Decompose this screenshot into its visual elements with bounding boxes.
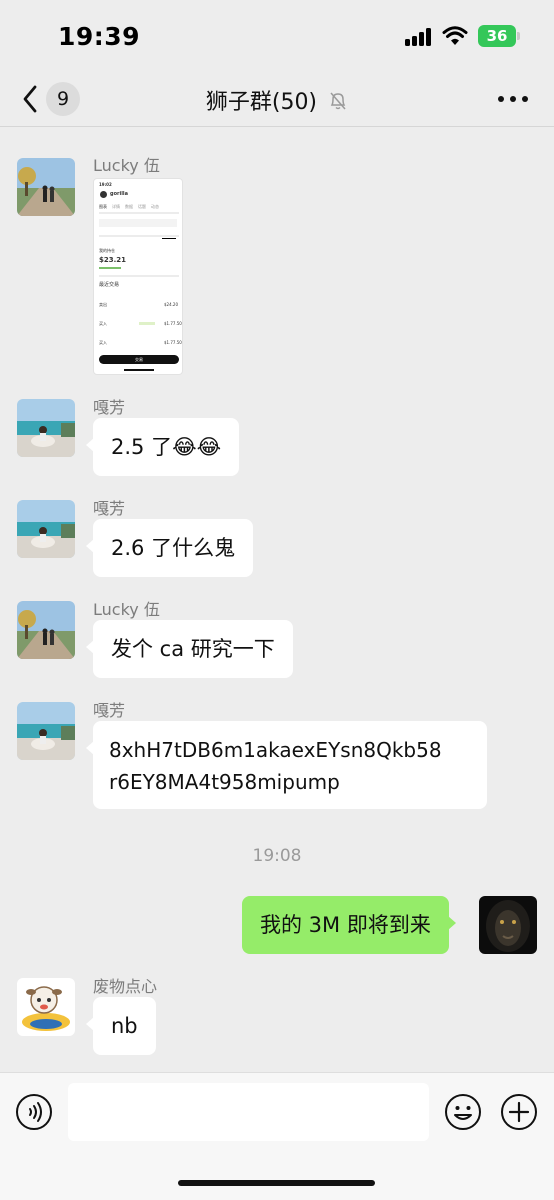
message-bubble[interactable]: 2.6 了什么鬼 bbox=[85, 519, 254, 577]
shot-chart bbox=[99, 219, 177, 227]
sender-name: Lucky 伍 bbox=[93, 600, 160, 619]
message-bubble-self[interactable]: 我的 3M 即将到来 bbox=[242, 896, 456, 954]
message-timestamp: 19:08 bbox=[252, 846, 302, 866]
avatar-lucky[interactable] bbox=[17, 158, 75, 216]
message-input[interactable] bbox=[68, 1083, 429, 1141]
shot-tab: 动态 bbox=[151, 204, 159, 209]
shot-trade-row: 卖出 bbox=[99, 302, 107, 307]
more-options-button[interactable] bbox=[498, 86, 530, 110]
chat-header: 9 狮子群(50) bbox=[0, 72, 554, 126]
voice-input-icon[interactable] bbox=[15, 1093, 53, 1131]
mute-bell-icon bbox=[330, 92, 346, 110]
chat-title-wrap: 狮子群(50) bbox=[0, 84, 554, 116]
shot-token-logo bbox=[100, 191, 107, 198]
avatar-gafang[interactable] bbox=[17, 399, 75, 457]
avatar-self[interactable] bbox=[479, 896, 537, 954]
shot-trade-button: 交易 bbox=[99, 355, 179, 364]
message-bubble[interactable]: nb bbox=[86, 997, 156, 1055]
shot-trade-badge bbox=[139, 322, 155, 325]
sender-name: Lucky 伍 bbox=[93, 156, 160, 175]
shot-trade-value: $24.20 bbox=[164, 302, 178, 307]
shot-time: 19:02 bbox=[99, 182, 112, 187]
avatar-gafang[interactable] bbox=[17, 702, 75, 760]
shot-trade-row: 买入 bbox=[99, 340, 107, 345]
message-line: 8xhH7tDB6m1akaexEYsn8Qkb58 bbox=[109, 738, 442, 762]
shot-tab: 详情 bbox=[112, 204, 120, 209]
emoji-icon[interactable] bbox=[444, 1093, 482, 1131]
home-indicator bbox=[178, 1180, 375, 1186]
shot-tab: 话题 bbox=[138, 204, 146, 209]
shot-divider bbox=[99, 212, 179, 214]
shot-trade-row: 买入 bbox=[99, 321, 107, 326]
avatar-lucky[interactable] bbox=[17, 601, 75, 659]
shot-divider bbox=[99, 235, 179, 237]
shot-tab: 图表 bbox=[99, 204, 107, 209]
sender-name: 嘎芳 bbox=[93, 398, 126, 417]
avatar-gafang[interactable] bbox=[17, 500, 75, 558]
shot-token-name: gorilla bbox=[110, 191, 128, 197]
shot-trade-value: $1.77.50 bbox=[164, 321, 182, 326]
sender-name: 废物点心 bbox=[93, 977, 158, 996]
battery-indicator: 36 bbox=[478, 25, 520, 47]
sender-name: 嘎芳 bbox=[93, 499, 126, 518]
avatar-feiwudianxin[interactable] bbox=[17, 978, 75, 1036]
shared-screenshot-image[interactable]: 19:02 gorilla 图表 详情 数据 话题 动态 我的持仓 $23.21… bbox=[93, 178, 183, 375]
shot-trade-value: $1.77.50 bbox=[164, 340, 182, 345]
message-bubble[interactable]: 8xhH7tDB6m1akaexEYsn8Qkb58 r6EY8MA4t958m… bbox=[86, 721, 487, 809]
shot-divider bbox=[99, 275, 179, 277]
wifi-icon bbox=[442, 26, 468, 45]
cellular-signal-icon bbox=[405, 28, 433, 46]
plus-icon[interactable] bbox=[500, 1093, 538, 1131]
shot-home-indicator bbox=[124, 369, 154, 371]
shot-gain-bar bbox=[99, 267, 121, 269]
header-divider bbox=[0, 126, 554, 127]
shot-holdings-value: $23.21 bbox=[99, 256, 127, 264]
status-time: 19:39 bbox=[58, 22, 141, 51]
status-bar: 19:39 36 bbox=[0, 0, 554, 72]
shot-tab: 数据 bbox=[125, 204, 133, 209]
shot-trades-label: 最近交易 bbox=[99, 282, 120, 288]
sender-name: 嘎芳 bbox=[93, 701, 126, 720]
message-bubble[interactable]: 发个 ca 研究一下 bbox=[86, 620, 293, 678]
shot-tab-underline bbox=[162, 238, 176, 239]
message-line: r6EY8MA4t958mipump bbox=[109, 770, 340, 794]
message-bubble[interactable]: 2.5 了😂😂 bbox=[85, 418, 240, 476]
shot-holdings-label: 我的持仓 bbox=[99, 248, 115, 253]
chat-title: 狮子群(50) bbox=[205, 90, 318, 115]
